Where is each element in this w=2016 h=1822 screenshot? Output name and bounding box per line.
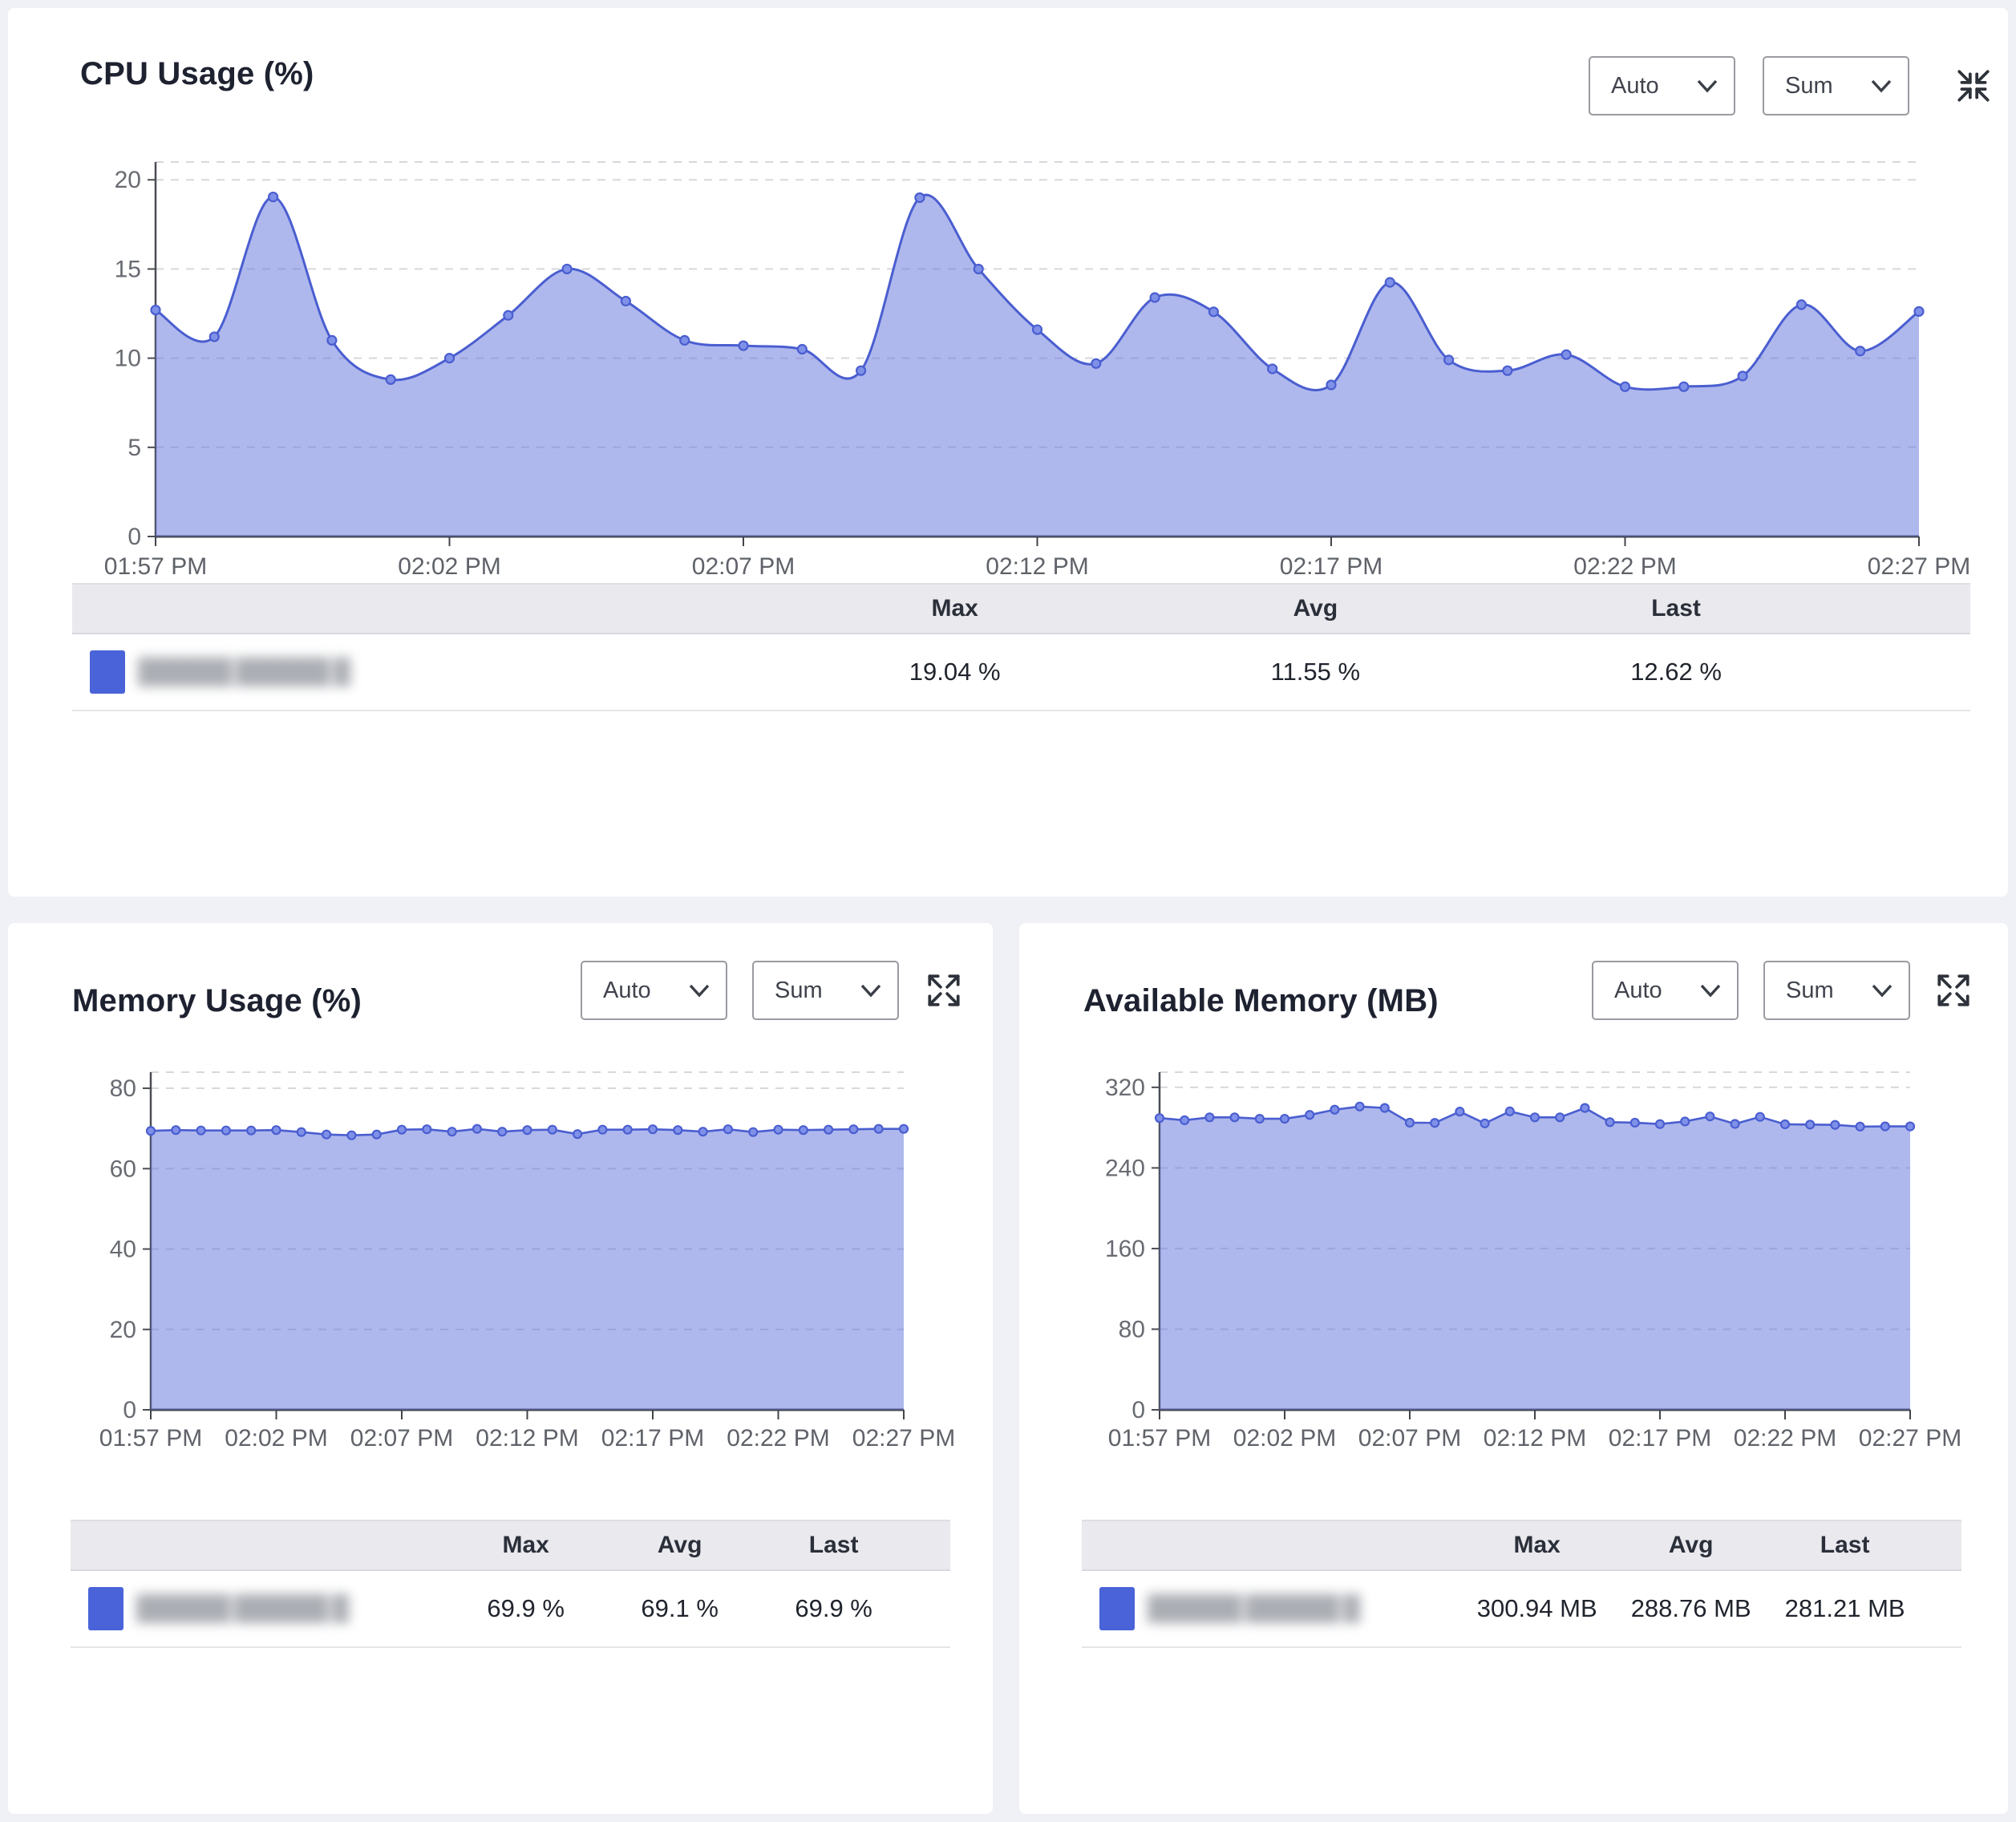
svg-text:15: 15	[115, 256, 141, 282]
available-memory-legend-table: Max Avg Last ██████ ██████ █ 300.94 MB 2…	[1082, 1520, 1961, 1648]
chevron-down-icon	[1700, 984, 1721, 998]
cpu-usage-chart[interactable]: 0 5 10 15 20 01:57 PM 02:02 PM 02:07 PM 02:12 PM…	[80, 151, 1933, 590]
aggregation-select-value: Sum	[1786, 978, 1834, 1004]
svg-text:02:17 PM: 02:17 PM	[1609, 1425, 1711, 1452]
aggregation-select-value: Sum	[775, 978, 823, 1004]
column-header-last: Last	[757, 1532, 911, 1559]
cpu-usage-panel: CPU Usage (%) Auto Sum 0510152001:57 PM0…	[8, 8, 2008, 897]
table-row[interactable]: ██████ ██████ █ 69.9 % 69.1 % 69.9 %	[71, 1571, 950, 1648]
last-value: 12.62 %	[1496, 658, 1856, 686]
svg-text:02:17 PM: 02:17 PM	[1280, 553, 1382, 580]
svg-text:02:12 PM: 02:12 PM	[476, 1425, 578, 1452]
series-color-swatch	[90, 650, 125, 694]
table-row[interactable]: ██████ ██████ █ 19.04 % 11.55 % 12.62 %	[72, 634, 1970, 711]
legend-table-header: Max Avg Last	[72, 583, 1970, 634]
svg-text:02:22 PM: 02:22 PM	[1734, 1425, 1836, 1452]
max-value: 19.04 %	[775, 658, 1136, 686]
svg-text:01:57 PM: 01:57 PM	[99, 1425, 202, 1452]
svg-text:02:27 PM: 02:27 PM	[1868, 553, 1970, 580]
aggregation-select[interactable]: Sum	[1763, 56, 1909, 115]
svg-text:80: 80	[110, 1075, 136, 1102]
chevron-down-icon	[1871, 79, 1892, 93]
svg-text:01:57 PM: 01:57 PM	[104, 553, 207, 580]
last-value: 281.21 MB	[1768, 1594, 1922, 1623]
svg-text:02:17 PM: 02:17 PM	[601, 1425, 704, 1452]
memory-legend-table: Max Avg Last ██████ ██████ █ 69.9 % 69.1…	[71, 1520, 950, 1648]
memory-usage-panel: Memory Usage (%) Auto Sum 0 20 40 60 80 01:57…	[8, 923, 993, 1814]
svg-text:02:02 PM: 02:02 PM	[398, 553, 500, 580]
memory-usage-chart[interactable]: 0 20 40 60 80 01:57 PM 02:02 PM 02:07 PM 02:12 P…	[80, 1063, 970, 1457]
expand-icon[interactable]	[1932, 969, 1975, 1012]
max-value: 300.94 MB	[1460, 1594, 1614, 1623]
last-value: 69.9 %	[757, 1594, 911, 1623]
column-header-avg: Avg	[1136, 595, 1496, 622]
svg-text:20: 20	[110, 1317, 136, 1343]
interval-select-value: Auto	[1614, 978, 1662, 1004]
avg-value: 288.76 MB	[1614, 1594, 1768, 1623]
svg-text:0: 0	[1131, 1397, 1145, 1423]
interval-select[interactable]: Auto	[1589, 56, 1735, 115]
max-value: 69.9 %	[449, 1594, 603, 1623]
svg-text:60: 60	[110, 1156, 136, 1182]
svg-text:5: 5	[128, 435, 141, 461]
svg-text:240: 240	[1105, 1155, 1145, 1181]
svg-text:320: 320	[1105, 1075, 1145, 1101]
legend-table-header: Max Avg Last	[1082, 1520, 1961, 1571]
svg-text:02:22 PM: 02:22 PM	[1573, 553, 1676, 580]
svg-text:02:07 PM: 02:07 PM	[692, 553, 795, 580]
page-title: Available Memory (MB)	[1083, 983, 1439, 1019]
avg-value: 11.55 %	[1136, 658, 1496, 686]
column-header-max: Max	[775, 595, 1136, 622]
series-label-blurred: ██████ ██████ █	[136, 1595, 347, 1622]
aggregation-select[interactable]: Sum	[752, 961, 899, 1020]
svg-text:01:57 PM: 01:57 PM	[1108, 1425, 1211, 1452]
series-label-blurred: ██████ ██████ █	[1148, 1595, 1358, 1622]
svg-text:02:02 PM: 02:02 PM	[225, 1425, 327, 1452]
table-row[interactable]: ██████ ██████ █ 300.94 MB 288.76 MB 281.…	[1082, 1571, 1961, 1648]
svg-text:02:07 PM: 02:07 PM	[350, 1425, 453, 1452]
series-label-blurred: ██████ ██████ █	[138, 658, 349, 686]
svg-text:02:27 PM: 02:27 PM	[1859, 1425, 1961, 1452]
chevron-down-icon	[1872, 984, 1893, 998]
column-header-avg: Avg	[1614, 1532, 1768, 1559]
series-color-swatch	[1099, 1587, 1135, 1630]
chevron-down-icon	[1697, 79, 1718, 93]
page-title: Memory Usage (%)	[72, 983, 362, 1019]
svg-text:20: 20	[115, 167, 141, 193]
interval-select-value: Auto	[1611, 73, 1659, 99]
interval-select[interactable]: Auto	[1592, 961, 1739, 1020]
avg-value: 69.1 %	[603, 1594, 757, 1623]
column-header-last: Last	[1496, 595, 1856, 622]
svg-text:40: 40	[110, 1237, 136, 1263]
page-title: CPU Usage (%)	[80, 56, 314, 92]
chevron-down-icon	[689, 984, 710, 998]
series-color-swatch	[88, 1587, 123, 1630]
chevron-down-icon	[860, 984, 881, 998]
svg-text:80: 80	[1119, 1316, 1145, 1342]
svg-text:0: 0	[128, 524, 141, 550]
aggregation-select[interactable]: Sum	[1763, 961, 1910, 1020]
column-header-max: Max	[449, 1532, 603, 1559]
collapse-icon[interactable]	[1952, 64, 1995, 107]
svg-text:02:22 PM: 02:22 PM	[727, 1425, 829, 1452]
aggregation-select-value: Sum	[1785, 73, 1833, 99]
svg-text:160: 160	[1105, 1236, 1145, 1262]
available-memory-chart[interactable]: 0 80 160 240 320 01:57 PM 02:02 PM 02:07 PM 02:1…	[1091, 1063, 1982, 1457]
interval-select[interactable]: Auto	[581, 961, 727, 1020]
svg-text:02:27 PM: 02:27 PM	[852, 1425, 955, 1452]
column-header-last: Last	[1768, 1532, 1922, 1559]
svg-text:0: 0	[123, 1397, 136, 1423]
cpu-legend-table: Max Avg Last ██████ ██████ █ 19.04 % 11.…	[72, 583, 1970, 711]
interval-select-value: Auto	[603, 978, 651, 1004]
svg-text:02:02 PM: 02:02 PM	[1233, 1425, 1336, 1452]
svg-text:02:12 PM: 02:12 PM	[1484, 1425, 1586, 1452]
svg-text:02:07 PM: 02:07 PM	[1358, 1425, 1461, 1452]
svg-text:02:12 PM: 02:12 PM	[986, 553, 1088, 580]
column-header-max: Max	[1460, 1532, 1614, 1559]
available-memory-panel: Available Memory (MB) Auto Sum 0 80 160 240…	[1019, 923, 2008, 1814]
column-header-avg: Avg	[603, 1532, 757, 1559]
svg-text:10: 10	[115, 346, 141, 372]
legend-table-header: Max Avg Last	[71, 1520, 950, 1571]
expand-icon[interactable]	[922, 969, 965, 1012]
